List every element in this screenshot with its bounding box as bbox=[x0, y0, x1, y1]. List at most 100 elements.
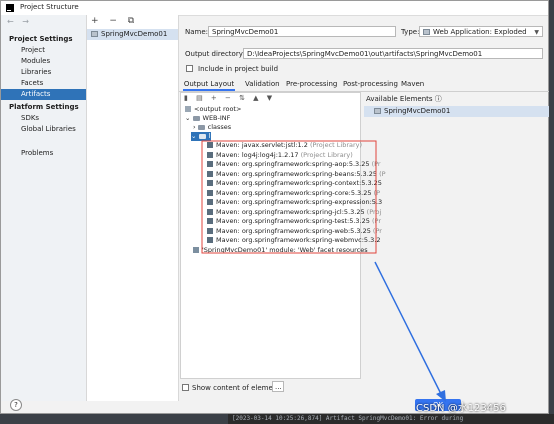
library-name: Maven: org.springframework:spring-beans:… bbox=[216, 169, 378, 178]
artifact-label: SpringMvcDemo01 bbox=[101, 30, 168, 38]
tree-classes[interactable]: › classes bbox=[193, 123, 231, 132]
folder-icon bbox=[197, 124, 205, 130]
lib-label: lib bbox=[208, 132, 217, 140]
web-inf-label: WEB-INF bbox=[202, 114, 231, 122]
library-icon bbox=[207, 189, 213, 196]
tab-bar: Output Layout Validation Pre-processing … bbox=[179, 78, 549, 92]
library-scope: (Project Library) bbox=[307, 141, 363, 149]
library-name: Maven: org.springframework:spring-core:5… bbox=[216, 188, 372, 197]
tab-maven[interactable]: Maven bbox=[401, 78, 424, 91]
artifact-icon bbox=[91, 31, 98, 37]
chevron-right-icon: › bbox=[193, 123, 198, 131]
output-layout-tree: ▮ ▤ + − ⇅ ▲ ▼ <output root> ⌄ WEB-INF › … bbox=[180, 92, 386, 379]
tab-pre-processing[interactable]: Pre-processing bbox=[286, 78, 337, 91]
library-item[interactable]: Maven: org.springframework:spring-jcl:5.… bbox=[207, 208, 381, 217]
library-item[interactable]: Maven: org.springframework:spring-web:5.… bbox=[207, 227, 382, 236]
facet-resources-label: 'SpringMvcDemo01' module: 'Web' facet re… bbox=[202, 246, 368, 254]
library-name: Maven: javax.servlet:jstl:1.2 bbox=[216, 141, 308, 149]
chevron-down-icon: ⌄ bbox=[191, 132, 199, 140]
tree-lib[interactable]: ⌄ lib bbox=[191, 132, 216, 141]
library-icon bbox=[207, 199, 213, 205]
back-forward-icon[interactable]: ← → bbox=[7, 17, 32, 26]
library-name: Maven: org.springframework:spring-webmvc… bbox=[216, 236, 381, 244]
sidebar-item-modules[interactable]: Modules bbox=[21, 56, 84, 67]
library-icon bbox=[207, 151, 213, 158]
tree-output-root[interactable]: <output root> bbox=[185, 105, 241, 114]
intellij-logo-icon bbox=[6, 4, 14, 12]
library-icon bbox=[207, 142, 213, 148]
watermark: CSDN @水123456 bbox=[416, 403, 506, 414]
web-app-icon bbox=[423, 29, 430, 35]
library-icon bbox=[207, 180, 213, 186]
available-elements-panel: Available Elements ⓘ SpringMvcDemo01 bbox=[364, 92, 549, 379]
name-field[interactable]: SpringMvcDemo01 bbox=[208, 26, 396, 37]
sidebar-item-facets[interactable]: Facets bbox=[21, 78, 84, 89]
artifact-item[interactable]: SpringMvcDemo01 bbox=[87, 29, 178, 40]
library-item[interactable]: Maven: org.springframework:spring-expres… bbox=[207, 198, 382, 207]
available-element-item[interactable]: SpringMvcDemo01 bbox=[364, 106, 549, 117]
available-elements-header: Available Elements ⓘ bbox=[366, 95, 442, 103]
output-directory-label: Output directory: bbox=[185, 50, 245, 58]
library-scope: (Project Library) bbox=[298, 150, 353, 159]
tree-web-inf[interactable]: ⌄ WEB-INF bbox=[185, 114, 230, 123]
show-content-label: Show content of elements bbox=[192, 384, 284, 392]
library-item[interactable]: Maven: org.springframework:spring-test:5… bbox=[207, 217, 381, 226]
available-item-label: SpringMvcDemo01 bbox=[384, 107, 451, 115]
library-icon bbox=[207, 227, 213, 234]
tab-post-processing[interactable]: Post-processing bbox=[343, 78, 398, 91]
library-name: Maven: log4j:log4j:1.2.17 bbox=[216, 150, 299, 159]
library-name: Maven: org.springframework:spring-aop:5.… bbox=[216, 160, 370, 168]
folder-icon bbox=[192, 115, 200, 121]
section-platform-settings: Platform Settings bbox=[9, 103, 79, 111]
library-icon bbox=[207, 208, 213, 215]
include-build-checkbox[interactable] bbox=[186, 65, 193, 72]
output-root-icon bbox=[185, 106, 191, 112]
sidebar-item-project[interactable]: Project bbox=[21, 45, 84, 56]
library-name: Maven: org.springframework:spring-test:5… bbox=[216, 217, 370, 225]
sidebar-item-artifacts[interactable]: Artifacts bbox=[1, 89, 86, 100]
sidebar-item-sdks[interactable]: SDKs bbox=[21, 113, 84, 124]
library-icon bbox=[207, 218, 213, 224]
title-bar: Project Structure bbox=[1, 1, 548, 16]
sidebar-item-libraries[interactable]: Libraries bbox=[21, 67, 84, 78]
window-title: Project Structure bbox=[20, 3, 79, 11]
library-item[interactable]: Maven: org.springframework:spring-aop:5.… bbox=[207, 160, 381, 169]
library-item[interactable]: Maven: org.springframework:spring-core:5… bbox=[207, 189, 380, 198]
show-content-checkbox[interactable] bbox=[182, 384, 189, 391]
console-log-line: [2023-03-14 10:25:26,874] Artifact Sprin… bbox=[228, 414, 554, 424]
tree-toolbar[interactable]: ▮ ▤ + − ⇅ ▲ ▼ bbox=[184, 94, 275, 102]
chevron-down-icon: ⌄ bbox=[185, 114, 193, 122]
sidebar-item-global-libraries[interactable]: Global Libraries bbox=[21, 124, 84, 135]
name-label: Name: bbox=[185, 28, 209, 36]
artifacts-list-panel: + − ⧉ SpringMvcDemo01 bbox=[87, 15, 179, 401]
help-icon[interactable]: ? bbox=[10, 399, 22, 411]
output-directory-field[interactable]: D:\IdeaProjects\SpringMvcDemo01\out\arti… bbox=[243, 48, 543, 59]
more-button[interactable]: ... bbox=[272, 381, 284, 392]
classes-label: classes bbox=[207, 123, 232, 131]
library-name: Maven: org.springframework:spring-contex… bbox=[216, 179, 382, 187]
settings-sidebar: ← → Project Settings Project Modules Lib… bbox=[1, 15, 87, 401]
facet-icon bbox=[193, 247, 199, 253]
library-name: Maven: org.springframework:spring-expres… bbox=[216, 198, 383, 206]
tab-validation[interactable]: Validation bbox=[245, 78, 280, 91]
library-icon bbox=[207, 170, 213, 177]
library-item[interactable]: Maven: javax.servlet:jstl:1.2 (Project L… bbox=[207, 141, 362, 150]
library-icon bbox=[207, 237, 213, 243]
library-item[interactable]: Maven: org.springframework:spring-webmvc… bbox=[207, 236, 380, 245]
type-value: Web Application: Exploded bbox=[433, 28, 527, 36]
artifact-toolbar[interactable]: + − ⧉ bbox=[91, 16, 138, 26]
type-label: Type: bbox=[401, 28, 420, 36]
module-icon bbox=[374, 108, 381, 114]
library-name: Maven: org.springframework:spring-jcl:5.… bbox=[216, 207, 365, 216]
tree-facet-resources[interactable]: 'SpringMvcDemo01' module: 'Web' facet re… bbox=[193, 246, 368, 255]
type-select[interactable]: Web Application: Exploded ▼ bbox=[419, 26, 543, 37]
sidebar-item-problems[interactable]: Problems bbox=[21, 148, 84, 159]
library-item[interactable]: Maven: log4j:log4j:1.2.17 (Project Libra… bbox=[207, 151, 353, 160]
chevron-down-icon: ▼ bbox=[534, 29, 539, 36]
folder-icon bbox=[198, 133, 206, 139]
tab-output-layout[interactable]: Output Layout bbox=[183, 78, 235, 91]
library-item[interactable]: Maven: org.springframework:spring-contex… bbox=[207, 179, 382, 188]
output-root-label: <output root> bbox=[194, 105, 242, 113]
library-item[interactable]: Maven: org.springframework:spring-beans:… bbox=[207, 170, 386, 179]
artifact-settings-panel: Name: SpringMvcDemo01 Type: Web Applicat… bbox=[179, 15, 549, 401]
